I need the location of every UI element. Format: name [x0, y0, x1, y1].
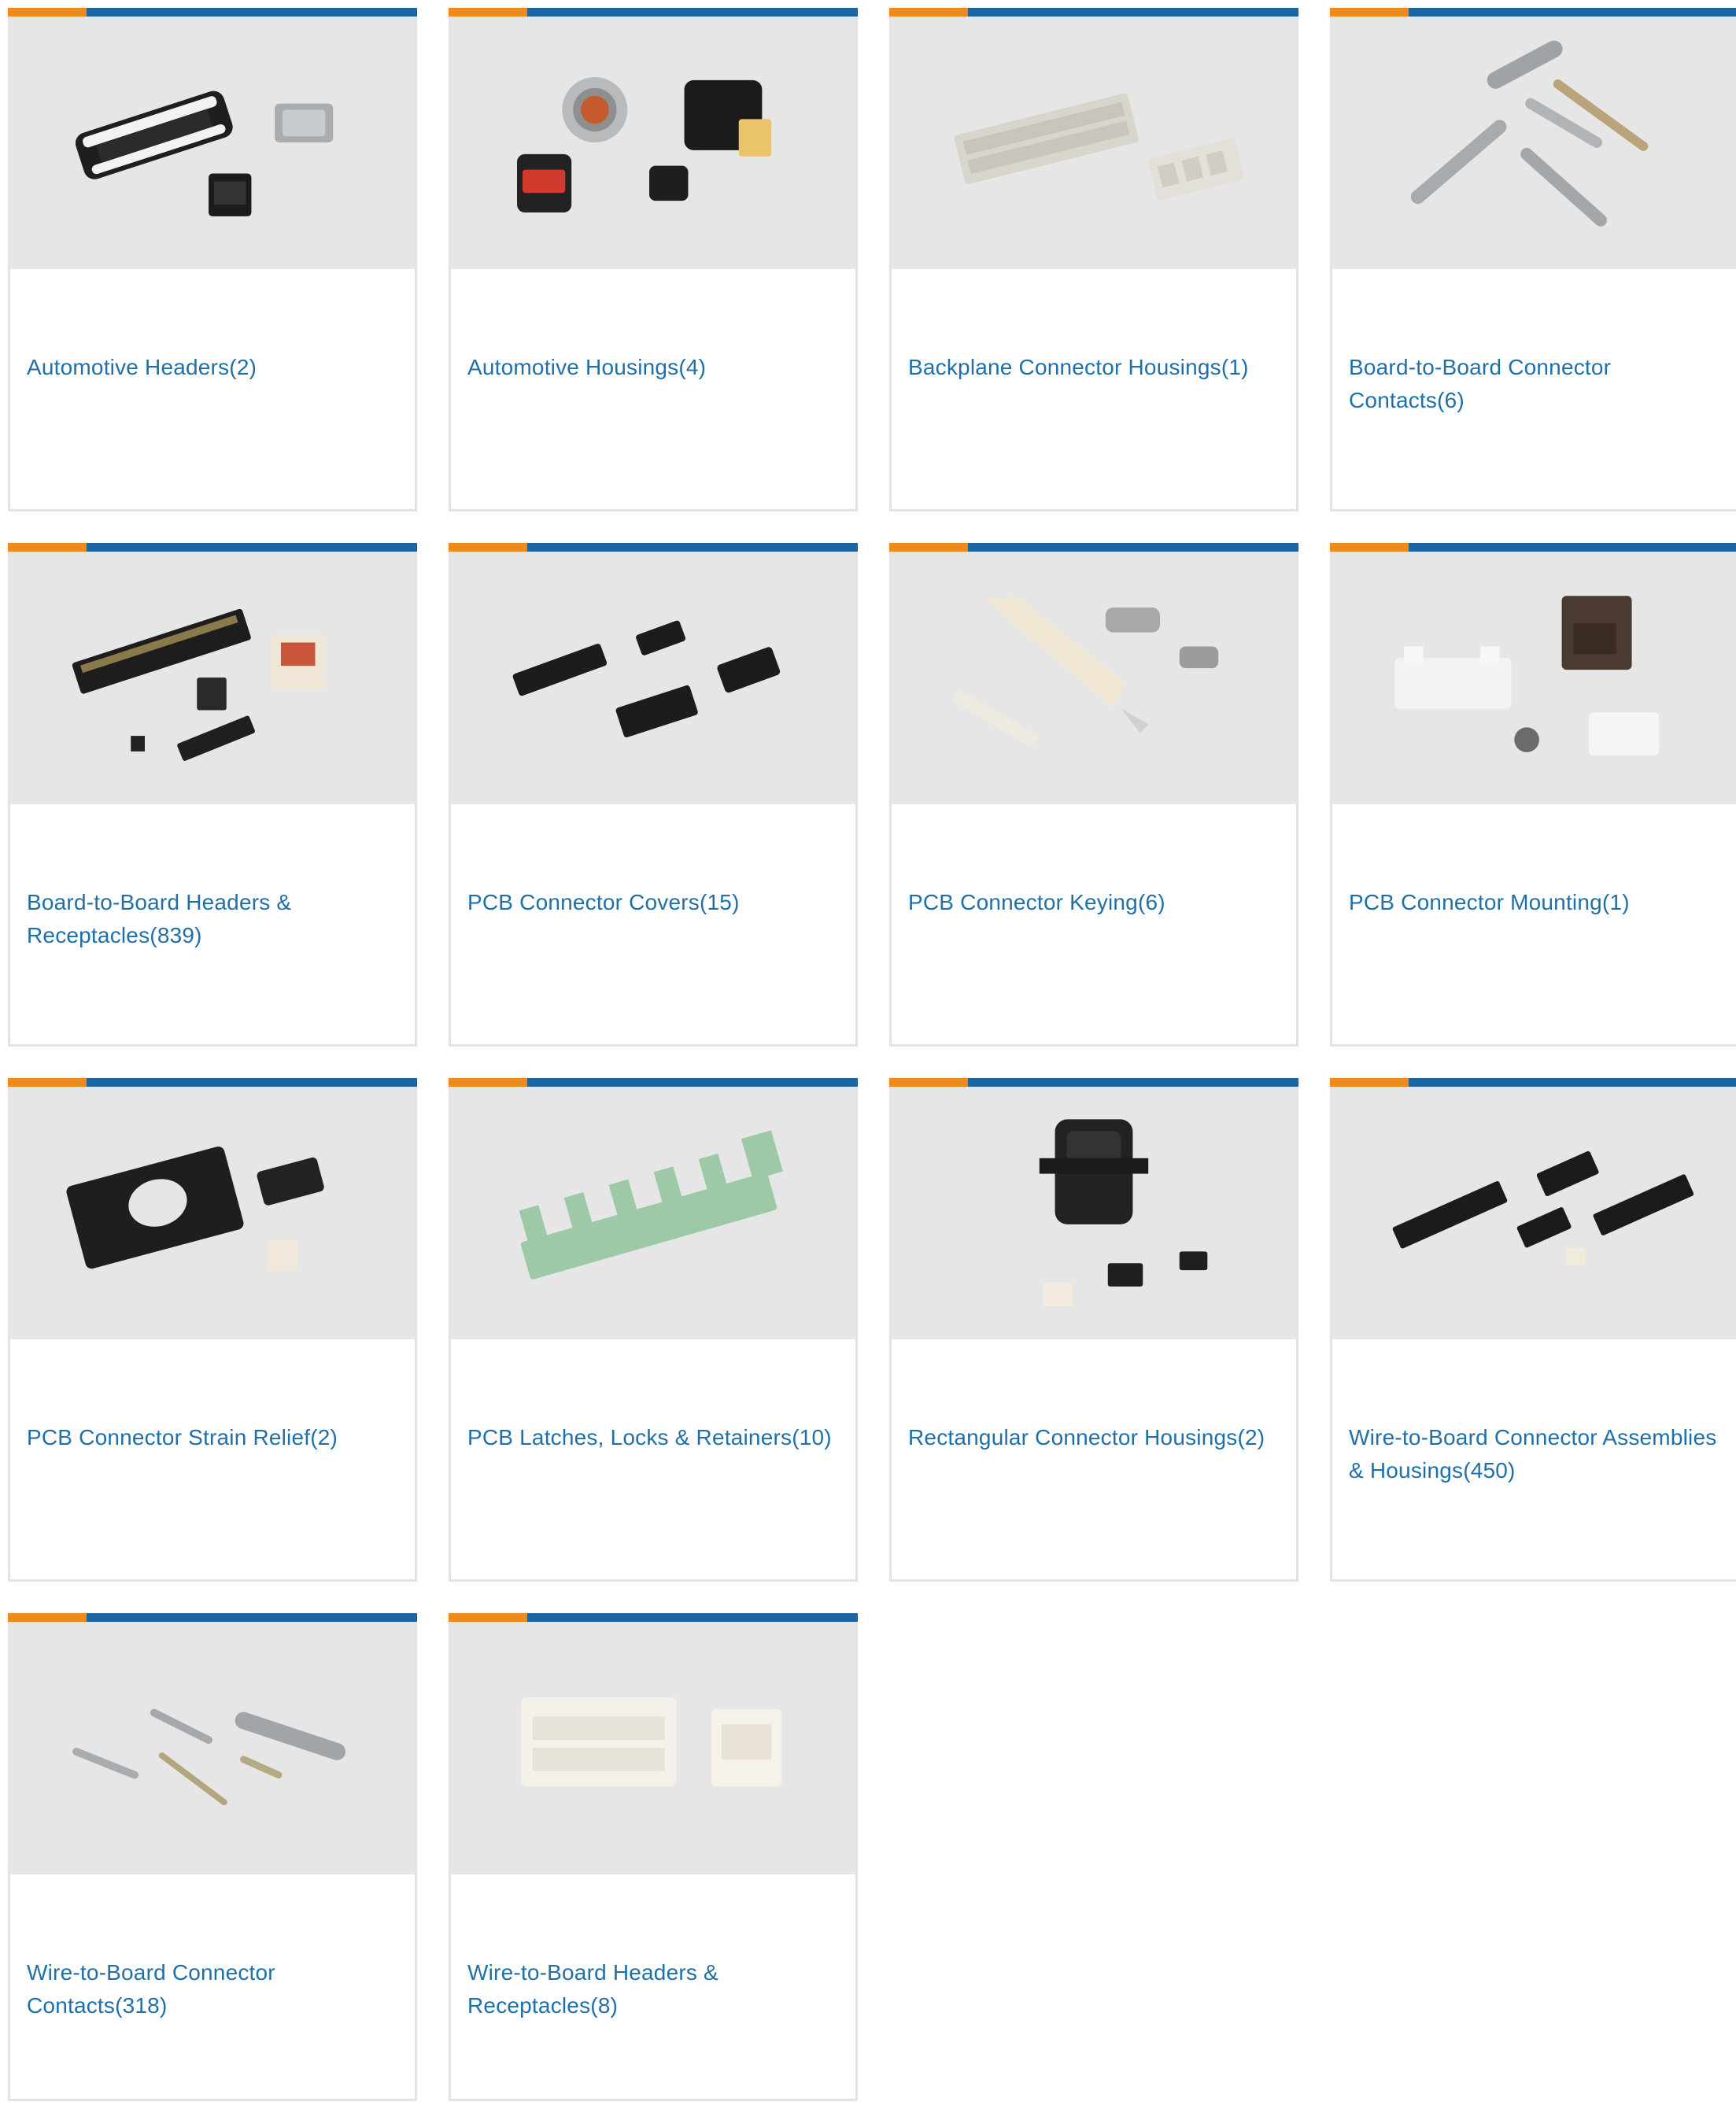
- category-card-pcb-connector-mounting[interactable]: PCB Connector Mounting(1): [1330, 543, 1736, 1047]
- product-image[interactable]: [1332, 1087, 1736, 1339]
- category-count: (318): [115, 1993, 168, 2018]
- category-link[interactable]: Wire-to-Board Connector Contacts(318): [27, 1956, 401, 2022]
- category-name[interactable]: Automotive Headers: [27, 355, 229, 379]
- category-link[interactable]: Board-to-Board Connector Contacts(6): [1349, 351, 1723, 417]
- category-link[interactable]: Backplane Connector Housings(1): [908, 351, 1282, 384]
- category-link[interactable]: PCB Connector Covers(15): [467, 886, 841, 919]
- product-image[interactable]: [451, 17, 855, 269]
- category-name[interactable]: Automotive Housings: [467, 355, 678, 379]
- category-count: (450): [1463, 1458, 1516, 1483]
- category-name[interactable]: Rectangular Connector Housings: [908, 1425, 1237, 1449]
- category-grid: Automotive Headers(2) Automotive Housing…: [8, 8, 1736, 2101]
- category-link[interactable]: Wire-to-Board Headers & Receptacles(8): [467, 1956, 841, 2022]
- category-link[interactable]: PCB Latches, Locks & Retainers(10): [467, 1421, 841, 1454]
- product-image[interactable]: [1332, 17, 1736, 269]
- product-image[interactable]: [1332, 552, 1736, 804]
- category-name[interactable]: PCB Connector Mounting: [1349, 890, 1602, 914]
- card-accent-bar: [449, 1613, 858, 1622]
- category-count: (2): [310, 1425, 338, 1449]
- category-name[interactable]: PCB Connector Strain Relief: [27, 1425, 310, 1449]
- category-link[interactable]: PCB Connector Keying(6): [908, 886, 1282, 919]
- category-card-wire-to-board-connector-assemblies-housings[interactable]: Wire-to-Board Connector Assemblies & Hou…: [1330, 1078, 1736, 1582]
- category-name[interactable]: Backplane Connector Housings: [908, 355, 1221, 379]
- category-name[interactable]: Board-to-Board Connector Contacts: [1349, 355, 1611, 412]
- card-accent-bar: [449, 1078, 858, 1087]
- product-image[interactable]: [451, 552, 855, 804]
- category-count: (6): [1137, 890, 1165, 914]
- card-accent-bar: [1330, 1078, 1736, 1087]
- category-count: (2): [1237, 1425, 1265, 1449]
- category-card-pcb-connector-covers[interactable]: PCB Connector Covers(15): [449, 543, 858, 1047]
- category-count: (2): [229, 355, 257, 379]
- category-name[interactable]: PCB Connector Covers: [467, 890, 700, 914]
- category-card-backplane-connector-housings[interactable]: Backplane Connector Housings(1): [889, 8, 1298, 511]
- product-image[interactable]: [10, 552, 415, 804]
- category-card-rectangular-connector-housings[interactable]: Rectangular Connector Housings(2): [889, 1078, 1298, 1582]
- product-image[interactable]: [10, 1087, 415, 1339]
- category-card-pcb-connector-strain-relief[interactable]: PCB Connector Strain Relief(2): [8, 1078, 417, 1582]
- product-image[interactable]: [451, 1622, 855, 1874]
- category-card-wire-to-board-connector-contacts[interactable]: Wire-to-Board Connector Contacts(318): [8, 1613, 417, 2101]
- product-image[interactable]: [10, 17, 415, 269]
- product-image[interactable]: [10, 1622, 415, 1874]
- category-link[interactable]: PCB Connector Mounting(1): [1349, 886, 1723, 919]
- category-count: (10): [792, 1425, 832, 1449]
- category-link[interactable]: PCB Connector Strain Relief(2): [27, 1421, 401, 1454]
- product-image[interactable]: [451, 1087, 855, 1339]
- category-link[interactable]: Rectangular Connector Housings(2): [908, 1421, 1282, 1454]
- card-accent-bar: [889, 1078, 1298, 1087]
- category-card-automotive-headers[interactable]: Automotive Headers(2): [8, 8, 417, 511]
- category-link[interactable]: Automotive Housings(4): [467, 351, 841, 384]
- category-count: (1): [1601, 890, 1630, 914]
- category-card-pcb-latches-locks-retainers[interactable]: PCB Latches, Locks & Retainers(10): [449, 1078, 858, 1582]
- card-accent-bar: [889, 543, 1298, 552]
- category-name[interactable]: PCB Latches, Locks & Retainers: [467, 1425, 792, 1449]
- category-link[interactable]: Automotive Headers(2): [27, 351, 401, 384]
- card-accent-bar: [1330, 543, 1736, 552]
- category-card-board-to-board-headers-receptacles[interactable]: Board-to-Board Headers & Receptacles(839…: [8, 543, 417, 1047]
- category-count: (4): [678, 355, 707, 379]
- category-name[interactable]: Wire-to-Board Connector Assemblies & Hou…: [1349, 1425, 1716, 1483]
- card-accent-bar: [8, 1078, 417, 1087]
- category-count: (1): [1221, 355, 1249, 379]
- card-accent-bar: [1330, 8, 1736, 17]
- product-image[interactable]: [892, 17, 1296, 269]
- category-count: (6): [1437, 388, 1465, 412]
- card-accent-bar: [449, 8, 858, 17]
- card-accent-bar: [889, 8, 1298, 17]
- category-card-board-to-board-connector-contacts[interactable]: Board-to-Board Connector Contacts(6): [1330, 8, 1736, 511]
- product-image[interactable]: [892, 552, 1296, 804]
- card-accent-bar: [449, 543, 858, 552]
- product-image[interactable]: [892, 1087, 1296, 1339]
- category-card-pcb-connector-keying[interactable]: PCB Connector Keying(6): [889, 543, 1298, 1047]
- card-accent-bar: [8, 1613, 417, 1622]
- category-name[interactable]: PCB Connector Keying: [908, 890, 1138, 914]
- category-count: (8): [590, 1993, 619, 2018]
- category-link[interactable]: Board-to-Board Headers & Receptacles(839…: [27, 886, 401, 952]
- category-link[interactable]: Wire-to-Board Connector Assemblies & Hou…: [1349, 1421, 1723, 1487]
- category-count: (15): [700, 890, 740, 914]
- category-card-automotive-housings[interactable]: Automotive Housings(4): [449, 8, 858, 511]
- category-count: (839): [150, 923, 202, 947]
- card-accent-bar: [8, 8, 417, 17]
- category-card-wire-to-board-headers-receptacles[interactable]: Wire-to-Board Headers & Receptacles(8): [449, 1613, 858, 2101]
- card-accent-bar: [8, 543, 417, 552]
